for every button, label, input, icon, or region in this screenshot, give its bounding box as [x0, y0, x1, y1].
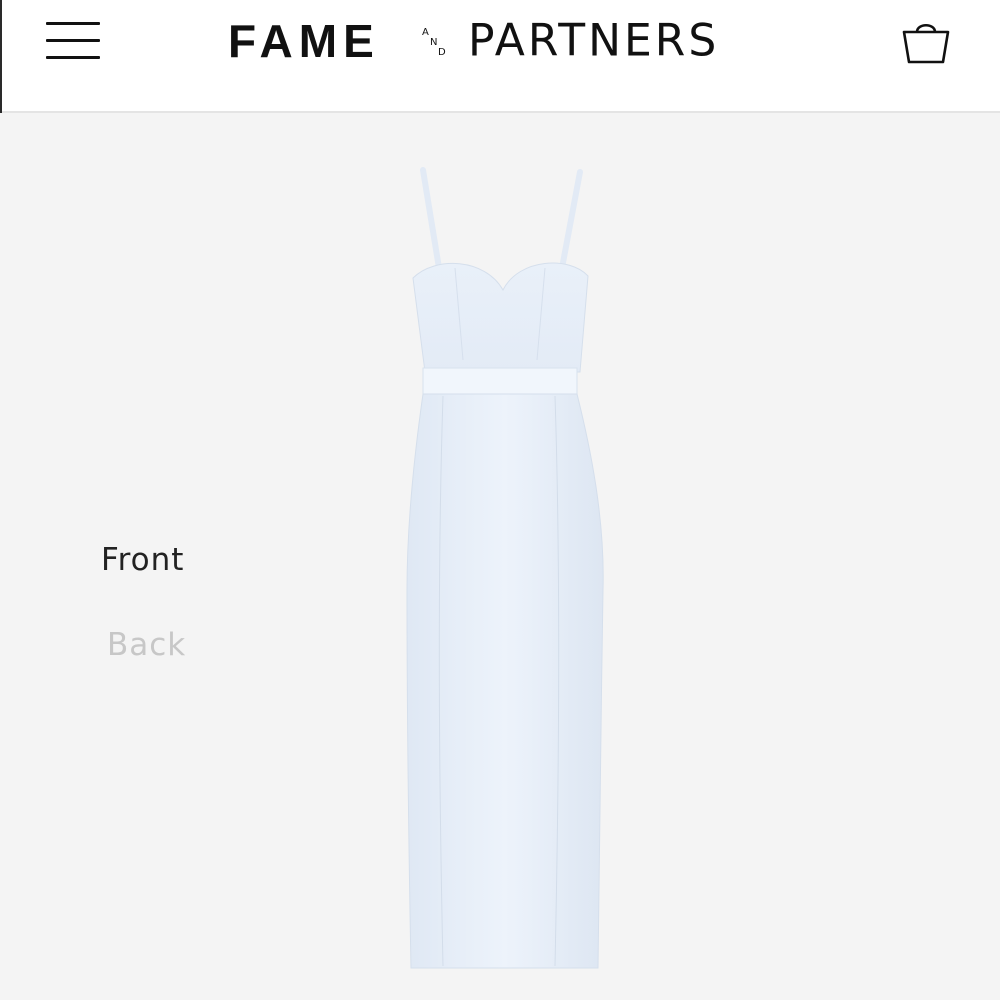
logo-and-n: N	[430, 37, 437, 48]
logo-and-mark: A N D	[422, 27, 446, 58]
window-edge	[0, 0, 2, 113]
dress-image	[406, 167, 604, 969]
site-header: FAME A N D PARTNERS	[0, 0, 1000, 113]
logo-and-a: A	[422, 27, 429, 38]
shopping-bag-icon[interactable]	[900, 18, 952, 66]
view-front-option[interactable]: Front	[101, 540, 184, 580]
brand-logo[interactable]: FAME A N D PARTNERS	[228, 14, 788, 68]
hamburger-menu-icon[interactable]	[44, 20, 102, 62]
logo-and-d: D	[438, 47, 446, 58]
logo-word-partners: PARTNERS	[468, 14, 720, 67]
shopping-bag-svg	[902, 23, 950, 64]
logo-word-fame: FAME	[228, 15, 380, 67]
view-back-option[interactable]: Back	[107, 625, 186, 665]
